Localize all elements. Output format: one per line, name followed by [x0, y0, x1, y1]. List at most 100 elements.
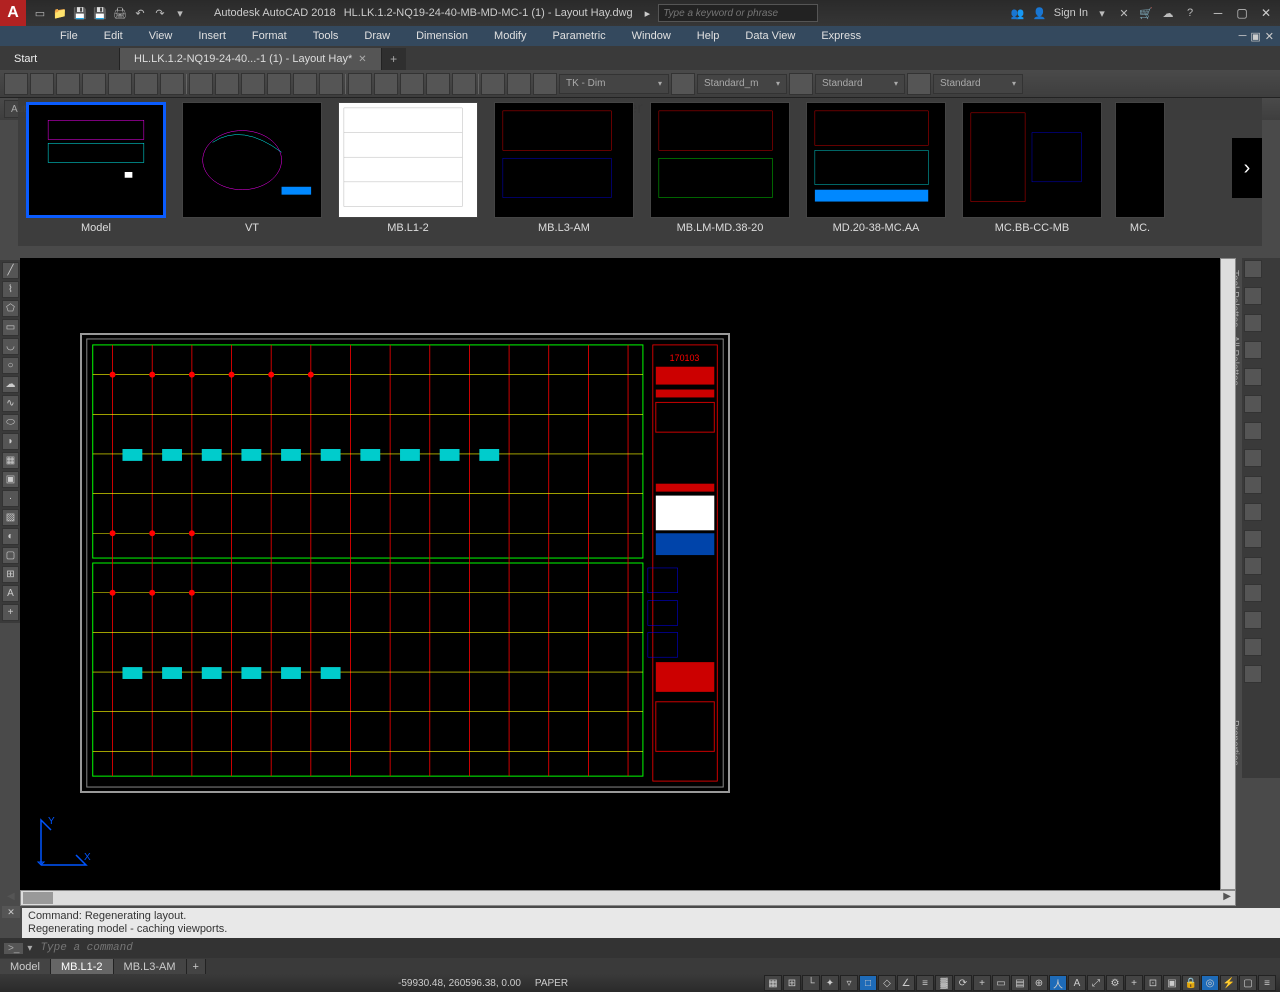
- ribbon-btn[interactable]: [907, 73, 931, 95]
- osnap-toggle[interactable]: □: [859, 975, 877, 991]
- layout-thumb[interactable]: MD.20-38-MC.AA: [798, 98, 954, 246]
- qp-toggle[interactable]: ▭: [992, 975, 1010, 991]
- table-style-combo[interactable]: Standard: [815, 74, 905, 94]
- arc-icon[interactable]: ◡: [2, 338, 19, 355]
- isolate-toggle[interactable]: ◎: [1201, 975, 1219, 991]
- tool-palette[interactable]: [1242, 258, 1280, 778]
- otrack-toggle[interactable]: ∠: [897, 975, 915, 991]
- cmdline-close-icon[interactable]: ✕: [2, 906, 20, 918]
- layout-thumb[interactable]: MC.BB-CC-MB: [954, 98, 1110, 246]
- palette-btn[interactable]: [1244, 503, 1262, 521]
- help-icon[interactable]: ?: [1182, 5, 1198, 21]
- redo-icon[interactable]: ↷: [152, 5, 168, 21]
- ortho-toggle[interactable]: └: [802, 975, 820, 991]
- sel-filter-toggle[interactable]: ▤: [1011, 975, 1029, 991]
- line-icon[interactable]: ╱: [2, 262, 19, 279]
- ribbon-btn[interactable]: [374, 73, 398, 95]
- text-style-combo[interactable]: Standard_m: [697, 74, 787, 94]
- menu-modify[interactable]: Modify: [482, 28, 538, 44]
- cleanscreen-toggle[interactable]: ▢: [1239, 975, 1257, 991]
- menu-edit[interactable]: Edit: [92, 28, 135, 44]
- polar-toggle[interactable]: ✦: [821, 975, 839, 991]
- 3dosnap-toggle[interactable]: ◇: [878, 975, 896, 991]
- cloud-icon[interactable]: ☁: [1160, 5, 1176, 21]
- menu-tools[interactable]: Tools: [301, 28, 351, 44]
- snap-toggle[interactable]: ⊞: [783, 975, 801, 991]
- palette-btn[interactable]: [1244, 665, 1262, 683]
- region-icon[interactable]: ▢: [2, 547, 19, 564]
- ribbon-btn[interactable]: [293, 73, 317, 95]
- ribbon-btn[interactable]: [215, 73, 239, 95]
- annomon-toggle[interactable]: +: [1125, 975, 1143, 991]
- hatch-icon[interactable]: ▨: [2, 509, 19, 526]
- undo-icon[interactable]: ↶: [132, 5, 148, 21]
- vertical-scrollbar[interactable]: [1220, 258, 1236, 890]
- polygon-icon[interactable]: ⬠: [2, 300, 19, 317]
- gizmo-toggle[interactable]: ⊕: [1030, 975, 1048, 991]
- start-tab[interactable]: Start: [0, 48, 120, 70]
- layout-thumb[interactable]: MB.L3-AM: [486, 98, 642, 246]
- ribbon-btn[interactable]: [4, 73, 28, 95]
- menu-help[interactable]: Help: [685, 28, 732, 44]
- workspace-switch[interactable]: ⚙: [1106, 975, 1124, 991]
- palette-btn[interactable]: [1244, 287, 1262, 305]
- maximize-button[interactable]: ▢: [1232, 5, 1252, 21]
- layout-thumb[interactable]: VT: [174, 98, 330, 246]
- new-tab-button[interactable]: +: [382, 48, 406, 70]
- ribbon-btn[interactable]: [426, 73, 450, 95]
- palette-btn[interactable]: [1244, 314, 1262, 332]
- menu-insert[interactable]: Insert: [186, 28, 238, 44]
- selection-cycling-toggle[interactable]: ⟳: [954, 975, 972, 991]
- add-layout-button[interactable]: +: [187, 959, 206, 975]
- dyn-toggle[interactable]: +: [973, 975, 991, 991]
- ellipse-icon[interactable]: ⬭: [2, 414, 19, 431]
- spline-icon[interactable]: ∿: [2, 395, 19, 412]
- plot-icon[interactable]: 🖨: [112, 5, 128, 21]
- search-input[interactable]: [658, 4, 818, 22]
- ribbon-btn[interactable]: [56, 73, 80, 95]
- menu-parametric[interactable]: Parametric: [540, 28, 617, 44]
- close-tab-icon[interactable]: ✕: [358, 54, 366, 65]
- palette-btn[interactable]: [1244, 368, 1262, 386]
- menu-draw[interactable]: Draw: [352, 28, 402, 44]
- close-button[interactable]: ✕: [1256, 5, 1276, 21]
- save-icon[interactable]: 💾: [72, 5, 88, 21]
- file-tab-active[interactable]: HL.LK.1.2-NQ19-24-40...-1 (1) - Layout H…: [120, 48, 382, 70]
- menu-dataview[interactable]: Data View: [733, 28, 807, 44]
- menu-file[interactable]: File: [48, 28, 90, 44]
- ribbon-btn[interactable]: [30, 73, 54, 95]
- ellipsearc-icon[interactable]: ◗: [2, 433, 19, 450]
- cmdline-dropdown-icon[interactable]: ▾: [27, 943, 32, 954]
- drawing-area[interactable]: 170103 Y X: [20, 258, 1236, 890]
- lwt-toggle[interactable]: ≡: [916, 975, 934, 991]
- menu-view[interactable]: View: [137, 28, 185, 44]
- layout-thumb[interactable]: MB.L1-2: [330, 98, 486, 246]
- menu-express[interactable]: Express: [809, 28, 873, 44]
- point-icon[interactable]: ·: [2, 490, 19, 507]
- units-toggle[interactable]: ⊡: [1144, 975, 1162, 991]
- palette-btn[interactable]: [1244, 557, 1262, 575]
- palette-btn[interactable]: [1244, 449, 1262, 467]
- user-icon[interactable]: 👤: [1032, 5, 1048, 21]
- layout-thumb[interactable]: MB.LM-MD.38-20: [642, 98, 798, 246]
- ribbon-btn[interactable]: [319, 73, 343, 95]
- cmdline-prompt-icon[interactable]: >_: [4, 943, 23, 954]
- qat-more-icon[interactable]: ▾: [172, 5, 188, 21]
- revcloud-icon[interactable]: ☁: [2, 376, 19, 393]
- ribbon-btn[interactable]: [481, 73, 505, 95]
- ribbon-btn[interactable]: [82, 73, 106, 95]
- ribbon-btn[interactable]: [267, 73, 291, 95]
- ribbon-btn[interactable]: [507, 73, 531, 95]
- space-label[interactable]: PAPER: [529, 978, 574, 989]
- autoscale-toggle[interactable]: ⤢: [1087, 975, 1105, 991]
- dim-style-combo[interactable]: TK - Dim: [559, 74, 669, 94]
- signin-label[interactable]: Sign In: [1054, 7, 1088, 19]
- infocenter-icon[interactable]: 👥: [1010, 5, 1026, 21]
- ribbon-btn[interactable]: [400, 73, 424, 95]
- gradient-icon[interactable]: ◐: [2, 528, 19, 545]
- palette-btn[interactable]: [1244, 395, 1262, 413]
- layout-tab-model[interactable]: Model: [0, 959, 51, 975]
- mtext-icon[interactable]: A: [2, 585, 19, 602]
- ribbon-btn[interactable]: [789, 73, 813, 95]
- block-icon[interactable]: ▣: [2, 471, 19, 488]
